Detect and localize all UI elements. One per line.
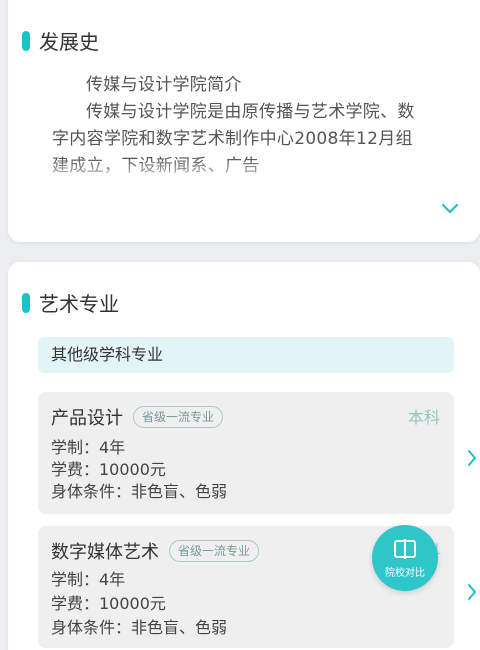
major-duration: 学制：4年 <box>51 438 126 457</box>
history-title: 发展史 <box>39 30 99 54</box>
major-name: 数字媒体艺术 <box>51 542 159 563</box>
history-fade-overlay <box>40 158 430 188</box>
majors-section-header: 艺术专业 <box>22 288 119 317</box>
major-card[interactable]: 产品设计 省级一流专业 本科 学制：4年 学费：10000元 身体条件：非色盲、… <box>38 392 476 514</box>
section-accent-bar <box>22 292 30 313</box>
major-name-row: 产品设计 省级一流专业 <box>51 404 224 430</box>
category-chip[interactable]: 其他级学科专业 <box>38 337 454 373</box>
chevron-right-icon[interactable] <box>466 583 478 601</box>
major-duration: 学制：4年 <box>51 570 126 589</box>
compare-icon <box>394 538 416 559</box>
major-name: 产品设计 <box>51 408 123 429</box>
compare-fab-label: 院校对比 <box>385 567 425 579</box>
major-tag-badge: 省级一流专业 <box>169 540 260 562</box>
major-tag-badge: 省级一流专业 <box>133 406 224 428</box>
majors-title: 艺术专业 <box>39 292 119 316</box>
compare-fab-button[interactable]: 院校对比 <box>372 525 438 591</box>
history-heading: 传媒与设计学院简介 <box>86 75 242 95</box>
history-section-header: 发展史 <box>22 26 99 55</box>
degree-label: 本科 <box>407 408 440 427</box>
section-accent-bar <box>22 30 30 51</box>
major-condition: 身体条件：非色盲、色弱 <box>51 618 228 637</box>
chevron-right-icon[interactable] <box>466 449 478 467</box>
major-fee: 学费：10000元 <box>51 460 166 479</box>
chevron-down-icon[interactable] <box>440 202 460 216</box>
major-condition: 身体条件：非色盲、色弱 <box>51 482 228 501</box>
major-name-row: 数字媒体艺术 省级一流专业 <box>51 538 260 564</box>
major-fee: 学费：10000元 <box>51 594 166 613</box>
